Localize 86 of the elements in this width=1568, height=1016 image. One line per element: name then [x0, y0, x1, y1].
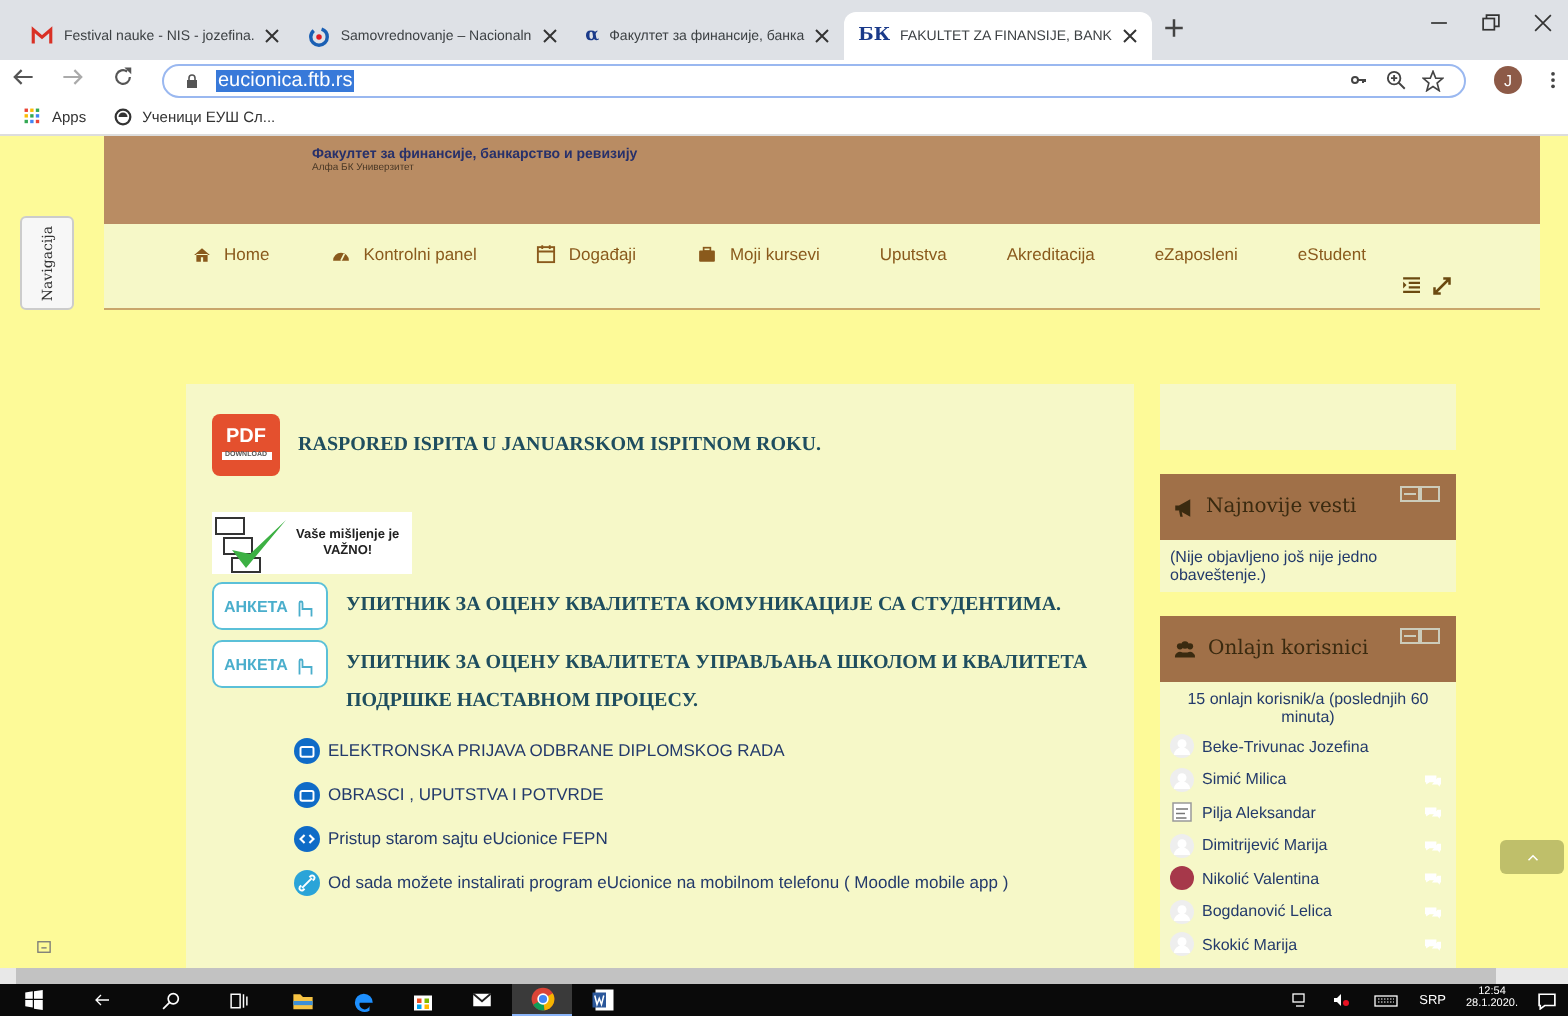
back-arrow-icon — [90, 992, 114, 1008]
survey-title[interactable]: УПИТНИК ЗА ОЦЕНУ КВАЛИТЕТА УПРАВЉАЊА ШКОЛОМ И КВАЛИТЕТА ПОДРШКЕ НАСТАВНОМ ПРОЦЕСУ. — [345, 640, 1126, 720]
notification-icon — [1538, 991, 1556, 1009]
home-icon — [192, 245, 212, 263]
user-link[interactable]: Dimitrijević Marija — [1202, 836, 1412, 855]
star-icon — [1422, 69, 1444, 91]
nav-link[interactable]: Uputstva — [879, 240, 947, 268]
block-controls-icon — [1400, 628, 1440, 644]
scrollbar-thumb[interactable] — [16, 968, 1496, 984]
zoom-icon — [1386, 70, 1406, 90]
list-indent-icon — [1398, 276, 1424, 294]
key-icon — [1348, 72, 1370, 88]
network-icon — [1289, 992, 1310, 1008]
resource-link[interactable]: ELEKTRONSKA PRIJAVA ODBRANE DIPLOMSKOG RADA — [328, 738, 785, 764]
code-icon — [294, 826, 320, 852]
folder-icon — [294, 738, 320, 764]
task-view-icon — [227, 991, 249, 1009]
close-icon — [1121, 28, 1138, 44]
reload-icon — [112, 66, 134, 88]
muted-speaker-icon — [1329, 992, 1352, 1008]
profile-avatar[interactable]: J — [1494, 66, 1522, 94]
avatar-icon — [1170, 932, 1194, 957]
envelope-icon — [468, 990, 496, 1010]
expand-icon — [1432, 276, 1452, 296]
url-text: eucionica.ftb.rs — [216, 69, 355, 91]
nav-link[interactable]: eZaposleni — [1154, 240, 1238, 268]
menu-icon — [1550, 70, 1556, 90]
user-link[interactable]: Nikolić Valentina — [1202, 869, 1412, 888]
taskbar-app[interactable] — [512, 984, 572, 1016]
close-icon — [814, 28, 831, 44]
apps-grid-icon — [24, 108, 42, 126]
nav-link[interactable]: Kontrolni panel — [329, 240, 477, 268]
block-title: Onlajn korisnici — [1208, 638, 1369, 660]
users-icon — [1172, 639, 1198, 659]
resource-link[interactable]: Od sada možete instalirati program eUcionice na mobilnom telefonu ( Moodle mobile app ) — [328, 870, 1009, 896]
chevron-up-icon — [1523, 851, 1541, 863]
folder-icon — [294, 782, 320, 808]
user-link[interactable]: Skokić Marija — [1202, 935, 1412, 954]
nav-link[interactable]: Događaji — [536, 240, 636, 268]
link-icon — [294, 870, 320, 896]
resource-link[interactable]: Pristup starom sajtu eUcionice FEPN — [328, 826, 608, 852]
user-link[interactable]: Pilja Aleksandar — [1202, 803, 1412, 822]
avatar-icon — [1170, 734, 1194, 759]
user-link[interactable]: Bogdanović Lelica — [1202, 902, 1412, 921]
user-link[interactable]: Simić Milica — [1202, 770, 1412, 789]
tab-favicon: α — [585, 26, 600, 46]
calendar-icon — [536, 244, 557, 264]
windows-logo-icon — [24, 990, 44, 1010]
close-icon — [1533, 14, 1551, 32]
avatar-icon — [1170, 767, 1194, 792]
dock-icon — [36, 940, 52, 954]
close-icon — [264, 28, 281, 44]
back-arrow-icon — [12, 66, 34, 88]
block-title: Najnovije vesti — [1206, 496, 1357, 518]
nav-link[interactable]: Home — [192, 240, 270, 268]
mail-icon — [30, 26, 54, 46]
search-icon — [161, 991, 179, 1009]
news-message: (Nije objavljeno još nije jedno obaveštenje.) — [1170, 548, 1380, 584]
nav-link[interactable]: Moji kursevi — [695, 240, 820, 268]
nav-link[interactable]: eStudent — [1297, 240, 1366, 268]
survey-title[interactable]: УПИТНИК ЗА ОЦЕНУ КВАЛИТЕТА КОМУНИКАЦИЈЕ СА СТУДЕНТИМА. — [345, 582, 1126, 624]
avatar-icon — [1170, 899, 1194, 924]
block-controls-icon — [1400, 486, 1440, 502]
online-summary: 15 onlajn korisnik/a (poslednjih 60 minuta) — [1185, 690, 1431, 726]
address-bar[interactable]: eucionica.ftb.rs — [162, 63, 1466, 97]
avatar-icon — [1170, 833, 1194, 858]
keyboard-icon — [1371, 993, 1400, 1007]
user-link[interactable]: Beke-Trivunac Jozefina — [1202, 737, 1446, 756]
ring-icon — [308, 25, 331, 47]
nav-link[interactable]: Akreditacija — [1006, 240, 1095, 268]
lock-icon — [184, 71, 200, 89]
briefcase-icon — [695, 245, 718, 263]
exam-schedule-link[interactable]: RASPORED ISPITA U JANUARSKOM ISPITNOM ROKU. — [298, 433, 822, 455]
avatar-icon — [1170, 800, 1194, 825]
tab-favicon: БК — [858, 26, 891, 46]
close-icon — [541, 28, 558, 44]
restore-icon — [1481, 14, 1499, 32]
megaphone-icon — [1172, 497, 1196, 517]
plus-icon — [1163, 18, 1184, 38]
photo-placeholder — [1170, 866, 1194, 891]
checklist-drawing — [212, 513, 292, 573]
resource-link[interactable]: OBRASCI , UPUTSTVA I POTVRDE — [328, 782, 604, 808]
document-icon — [589, 988, 615, 1012]
chrome-icon — [529, 986, 555, 1012]
folder-icon — [289, 989, 315, 1011]
forward-arrow-icon — [62, 66, 84, 88]
